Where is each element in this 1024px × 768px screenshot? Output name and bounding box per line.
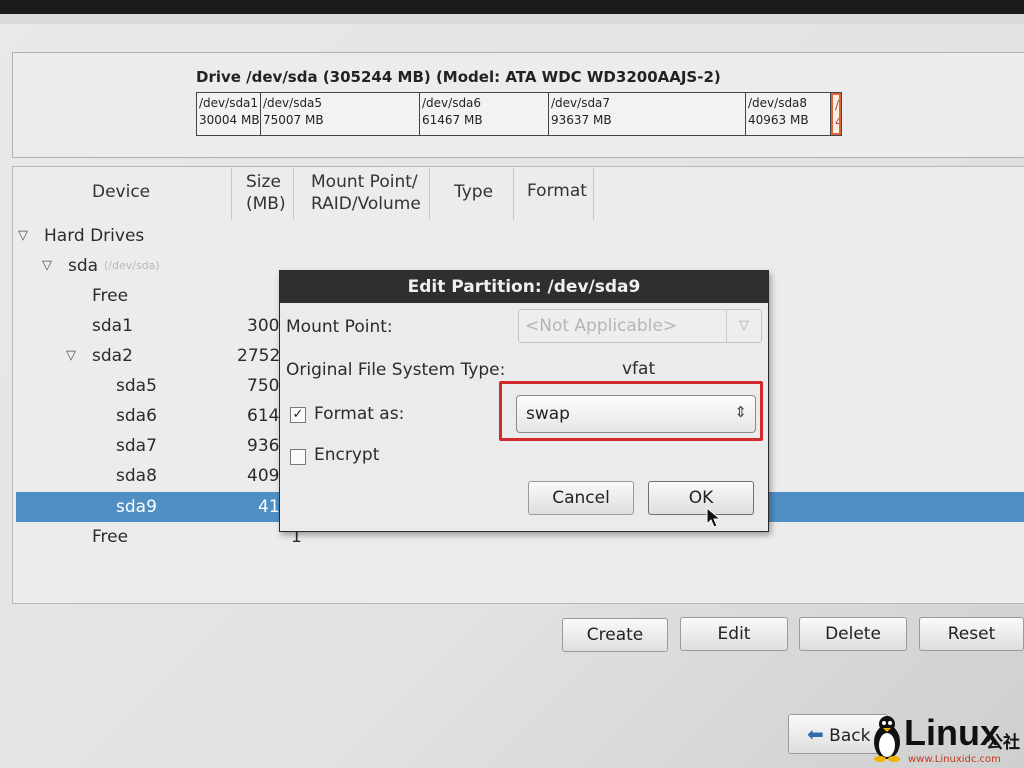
tree-row-label: Hard Drives [44,226,145,246]
original-fs-value: vfat [622,359,656,379]
cancel-button-label: Cancel [552,488,610,508]
segment-name: /dev/sda8 [748,96,808,110]
expander-down-icon[interactable]: ▽ [66,341,76,371]
segment-size: 30004 MB [199,113,260,127]
back-arrow-icon: ⬅ [807,722,824,746]
segment-size: 61467 MB [422,113,483,127]
mount-point-label: Mount Point: [286,317,393,337]
segment-name: / [835,98,840,112]
column-header-label: Type [454,182,494,202]
column-header-label: Size [246,172,281,192]
expander-down-icon[interactable]: ▽ [42,251,52,281]
tree-row-label: Free [92,527,129,547]
column-header-type[interactable]: Type [430,168,514,220]
tree-row-label: Free [92,286,129,306]
create-button[interactable]: Create [562,618,668,652]
tree-row-label: sda6 [116,406,157,426]
device-path-hint: (/dev/sda) [104,259,160,272]
tree-row-label: sda2 [92,346,133,366]
tree-row-hard-drives[interactable]: ▽ Hard Drives [16,221,1024,251]
expander-down-icon[interactable]: ▽ [18,221,28,251]
format-type-value: swap [526,404,570,424]
chevron-down-icon: ▽ [726,310,761,342]
tree-row-size: 614 [247,406,280,426]
tree-row-size: 41 [258,497,280,517]
segment-name: /dev/sda6 [422,96,482,110]
tree-row-size: 300 [247,316,280,336]
create-button-label: Create [586,625,644,645]
tree-row-label: sda [68,256,99,276]
segment-size: 4 [835,114,839,131]
watermark-suffix: 公社 [986,733,1020,753]
column-header-label: RAID/Volume [311,194,421,214]
up-down-arrows-icon: ⇕ [734,403,747,421]
screen-top-band [0,14,1024,24]
mount-point-combo: <Not Applicable> ▽ [518,309,762,343]
drive-segment[interactable]: /dev/sda8 40963 MB [746,93,831,135]
tux-penguin-icon [874,716,900,762]
column-header-size[interactable]: Size (MB) [232,168,294,220]
ok-button[interactable]: OK [648,481,754,515]
drive-title: Drive /dev/sda (305244 MB) (Model: ATA W… [196,68,721,86]
watermark-url: www.Linuxidc.com [908,754,1001,765]
back-button-label: Back [829,726,871,746]
segment-size: 40963 MB [748,113,809,127]
cancel-button[interactable]: Cancel [528,481,634,515]
edit-button-label: Edit [717,624,751,644]
column-header-label: Device [92,182,151,202]
tree-row-label: sda7 [116,436,157,456]
format-as-label: Format as: [314,404,405,424]
mouse-pointer-icon [706,507,722,528]
segment-name: /dev/sda5 [263,96,323,110]
format-type-select[interactable]: swap ⇕ [516,395,756,433]
tree-row-label: sda5 [116,376,157,396]
segment-size: 75007 MB [263,113,324,127]
ok-button-label: OK [688,488,714,508]
segment-size: 93637 MB [551,113,612,127]
mount-point-value: <Not Applicable> [525,316,678,336]
reset-button-label: Reset [947,624,996,644]
linuxidc-watermark: Linux 公社 www.Linuxidc.com [868,712,1024,768]
dialog-title: Edit Partition: /dev/sda9 [280,271,768,303]
tree-row-size: 750 [247,376,280,396]
drive-segment[interactable]: /dev/sda1 30004 MB [197,93,261,135]
segment-name: /dev/sda7 [551,96,611,110]
drive-partition-bar: /dev/sda1 30004 MB /dev/sda5 75007 MB /d… [196,92,842,136]
column-header-format[interactable]: Format [514,168,594,220]
column-header-mount[interactable]: Mount Point/ RAID/Volume [294,168,430,220]
tree-row-size: 2752 [237,346,281,366]
screen-top-bezel [0,0,1024,14]
edit-button[interactable]: Edit [680,617,788,651]
column-header-device[interactable]: Device [16,168,232,220]
segment-name: /dev/sda1 [199,96,259,110]
column-header-label: Format [527,181,587,201]
tree-row-label: sda9 [116,497,157,517]
tree-row-size: 409 [247,466,280,486]
column-header-label: (MB) [246,194,286,214]
original-fs-label: Original File System Type: [286,360,506,380]
drive-segment[interactable]: /dev/sda6 61467 MB [420,93,549,135]
delete-button[interactable]: Delete [799,617,907,651]
tree-row-size: 936 [247,436,280,456]
column-header-label: Mount Point/ [311,172,418,192]
encrypt-checkbox[interactable] [290,449,306,465]
reset-button[interactable]: Reset [919,617,1024,651]
drive-segment-selected[interactable]: / 4 [831,93,841,135]
tree-row-label: sda8 [116,466,157,486]
delete-button-label: Delete [825,624,881,644]
tree-row-label: sda1 [92,316,133,336]
encrypt-label: Encrypt [314,445,380,465]
drive-segment[interactable]: /dev/sda5 75007 MB [261,93,420,135]
format-checkbox[interactable]: ✓ [290,407,306,423]
drive-segment[interactable]: /dev/sda7 93637 MB [549,93,746,135]
edit-partition-dialog: Edit Partition: /dev/sda9 Mount Point: <… [279,270,769,532]
